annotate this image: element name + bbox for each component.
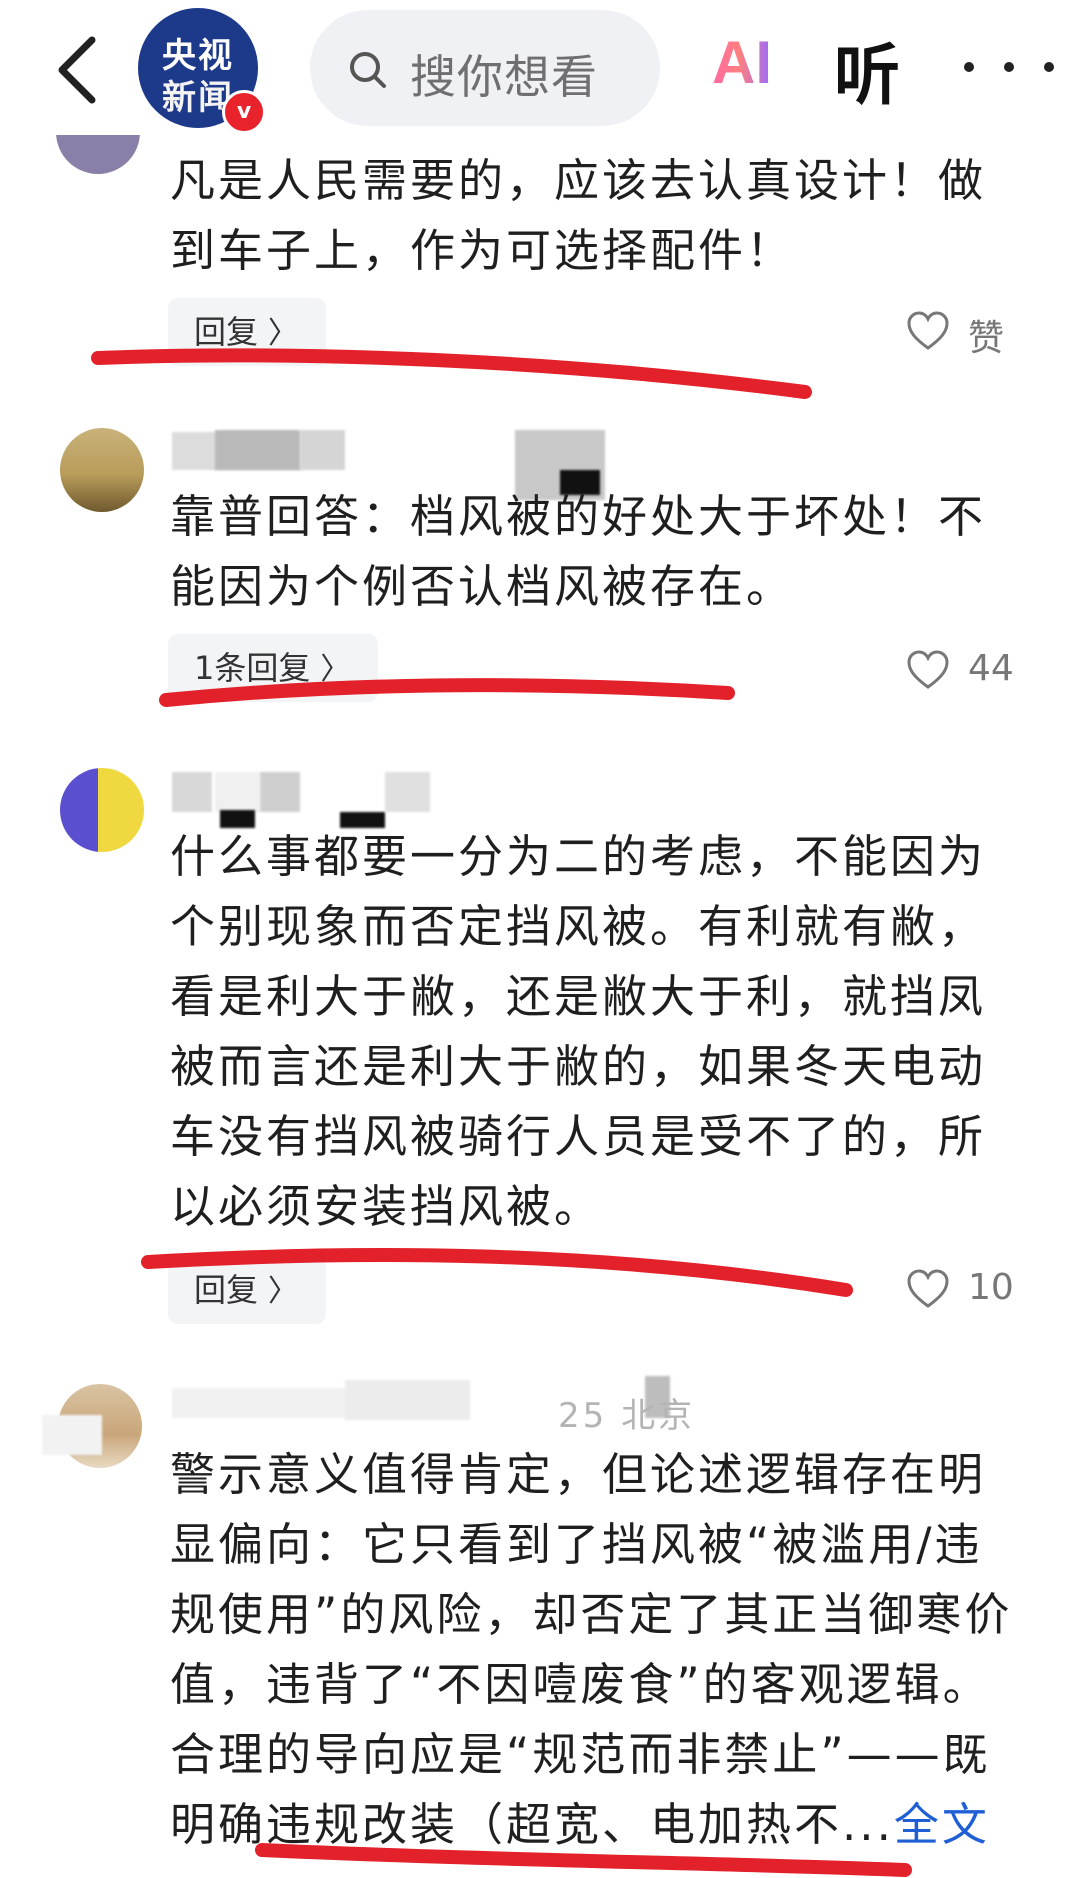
reply-label: 1条回复	[194, 649, 311, 687]
comment-line: 合理的导向应是“规范而非禁止”——既	[170, 1728, 991, 1781]
comment-meta: 25 北京	[558, 1396, 696, 1436]
top-bar: 央视 新闻 v 搜你想看 AI 听	[0, 0, 1080, 135]
blurred-username	[260, 772, 300, 812]
comment-line-last: 明确违规改装（超宽、电加热不...全文	[170, 1790, 1030, 1860]
reply-label: 回复	[194, 313, 259, 351]
like-label: 赞	[968, 318, 1005, 359]
comment-line: 个别现象而否定挡风被。有利就有敝，	[170, 900, 987, 953]
reply-button[interactable]: 1条回复〉	[168, 634, 379, 702]
comment-line: 显偏向：它只看到了挡风被“被滥用/违	[170, 1518, 983, 1571]
like-button[interactable]: 10	[906, 1265, 1016, 1315]
comment-text: 什么事都要一分为二的考虑，不能因为 个别现象而否定挡风被。有利就有敝， 看是利大…	[170, 822, 1030, 1242]
comment-avatar[interactable]	[60, 428, 144, 512]
verified-badge-icon: v	[222, 90, 266, 134]
comment-line: 能因为个例否认档风被存在。	[170, 560, 795, 613]
like-count: 44	[968, 648, 1014, 689]
comment-line: 规使用”的风险，却否定了其正当御寒价	[170, 1588, 1013, 1641]
comment-line: 被而言还是利大于敝的，如果冬天电动	[170, 1040, 987, 1093]
comment-line: 看是利大于敝，还是敝大于利，就挡凤	[170, 970, 987, 1023]
chevron-right-icon: 〉	[268, 316, 299, 351]
blurred-username	[345, 1380, 470, 1420]
reply-button[interactable]: 回复〉	[168, 1256, 327, 1324]
more-options-icon[interactable]	[960, 40, 1060, 90]
heart-icon	[907, 650, 949, 689]
comment-line: 车没有挡风被骑行人员是受不了的，所	[170, 1110, 987, 1163]
search-bar[interactable]: 搜你想看	[310, 10, 660, 126]
blurred-username	[385, 772, 430, 812]
comment-line: 凡是人民需要的，应该去认真设计！做	[170, 154, 987, 207]
blurred-username	[300, 430, 345, 470]
reply-button[interactable]: 回复〉	[168, 298, 327, 366]
comment-line: 明确违规改装（超宽、电加热不...	[170, 1798, 894, 1851]
back-icon[interactable]	[48, 30, 108, 110]
blurred-username	[172, 772, 212, 812]
search-placeholder: 搜你想看	[410, 50, 598, 104]
comment-text: 警示意义值得肯定，但论述逻辑存在明 显偏向：它只看到了挡风被“被滥用/违 规使用…	[170, 1440, 1030, 1860]
chevron-right-icon: 〉	[320, 652, 351, 687]
heart-icon	[907, 311, 949, 350]
blurred-username	[215, 430, 300, 470]
reply-label: 回复	[194, 1271, 259, 1309]
blurred-username	[215, 772, 260, 812]
like-button[interactable]: 赞	[906, 307, 1016, 359]
listen-button[interactable]: 听	[834, 22, 900, 118]
like-count: 10	[968, 1267, 1014, 1308]
comment-line: 靠普回答：档风被的好处大于坏处！不	[170, 490, 987, 543]
comment-line: 值，违背了“不因噎废食”的客观逻辑。	[170, 1658, 991, 1711]
comment-text: 靠普回答：档风被的好处大于坏处！不 能因为个例否认档风被存在。	[170, 482, 1030, 622]
full-text-link[interactable]: 全文	[894, 1798, 990, 1851]
blurred-avatar-overlay	[42, 1415, 102, 1455]
blurred-username	[172, 1388, 352, 1418]
comment-line: 什么事都要一分为二的考虑，不能因为	[170, 830, 987, 883]
search-icon	[350, 52, 386, 88]
comment-text: 凡是人民需要的，应该去认真设计！做 到车子上，作为可选择配件！	[170, 146, 1030, 286]
comment-line: 警示意义值得肯定，但论述逻辑存在明	[170, 1448, 987, 1501]
chevron-right-icon: 〉	[268, 1274, 299, 1309]
heart-icon	[907, 1269, 949, 1308]
ai-button[interactable]: AI	[712, 28, 772, 97]
comment-line: 以必须安装挡风被。	[170, 1180, 603, 1233]
comment-line: 到车子上，作为可选择配件！	[170, 224, 795, 277]
comment-avatar[interactable]	[60, 768, 144, 852]
like-button[interactable]: 44	[906, 646, 1016, 696]
